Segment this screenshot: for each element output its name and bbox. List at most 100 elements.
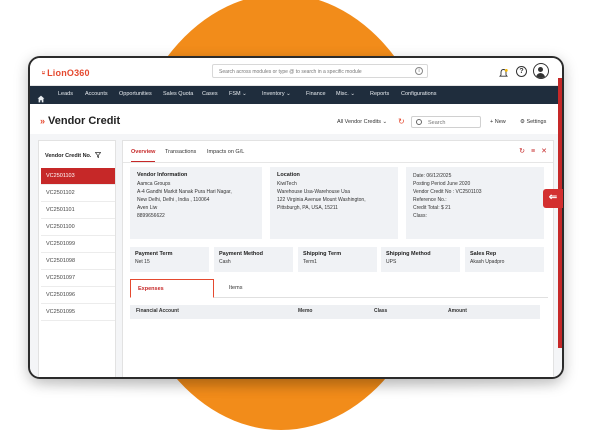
- content-area: Vendor Credit No. VC2501103 VC2501102 VC…: [30, 134, 562, 377]
- refresh-icon[interactable]: ↻: [519, 148, 525, 155]
- shipping-term-card: Shipping Term Term1: [298, 247, 377, 272]
- sales-rep-value: Akash Upadpro: [470, 259, 505, 265]
- vendor-info-header: Vendor Information: [137, 172, 188, 178]
- page-title-text: Vendor Credit: [48, 115, 121, 127]
- search-icon: [416, 119, 422, 125]
- tab-expenses[interactable]: Expenses: [130, 279, 214, 298]
- chevron-right-icon: »: [40, 116, 46, 126]
- nav-inventory[interactable]: Inventory ⌄: [262, 91, 291, 97]
- list-item[interactable]: VC2501103: [41, 168, 115, 185]
- close-icon[interactable]: ✕: [541, 148, 547, 155]
- nav-finance[interactable]: Finance: [306, 91, 326, 97]
- nav-fsm[interactable]: FSM ⌄: [229, 91, 247, 97]
- detail-reference: Reference No.:: [413, 197, 447, 203]
- detail-panel: Overview Transactions Impacts on G/L ↻ ≡ ✕…: [122, 140, 554, 377]
- sales-rep-card: Sales Rep Akash Upadpro: [465, 247, 544, 272]
- main-nav: Leads Accounts Opportunities Sales Quota…: [30, 86, 562, 104]
- nav-opportunities[interactable]: Opportunities: [119, 91, 152, 97]
- nav-cases[interactable]: Cases: [202, 91, 218, 97]
- settings-button[interactable]: ⚙ Settings: [520, 119, 546, 125]
- shipping-method-card: Shipping Method UPS: [381, 247, 460, 272]
- record-list-header: Vendor Credit No.: [45, 152, 102, 159]
- payment-method-card: Payment Method Cash: [214, 247, 293, 272]
- home-icon[interactable]: [37, 90, 45, 103]
- tab-overview[interactable]: Overview: [131, 149, 156, 162]
- column-amount[interactable]: Amount: [448, 308, 467, 314]
- shipping-term-value: Term1: [303, 259, 317, 265]
- column-memo[interactable]: Memo: [298, 308, 312, 314]
- tab-impacts-gl[interactable]: Impacts on G/L: [207, 149, 244, 155]
- help-icon[interactable]: ?: [516, 66, 527, 77]
- tab-transactions[interactable]: Transactions: [165, 149, 196, 155]
- detail-credit-total: Credit Total: $ 21: [413, 205, 451, 211]
- right-accent-bar: [558, 78, 562, 348]
- detail-credit-no: Vendor Credit No : VC2501103: [413, 189, 482, 195]
- sales-rep-label: Sales Rep: [470, 251, 497, 257]
- list-search-placeholder: Search: [428, 120, 446, 126]
- view-filter-dropdown[interactable]: All Vendor Credits ⌄: [337, 119, 387, 125]
- list-item[interactable]: VC2501097: [41, 270, 115, 287]
- nav-reports[interactable]: Reports: [370, 91, 389, 97]
- detail-class: Class:: [413, 213, 427, 219]
- list-item[interactable]: VC2501102: [41, 185, 115, 202]
- vendor-contact: Aven Liw: [137, 205, 158, 211]
- brand-logo[interactable]: ⸚ LionO360: [42, 66, 90, 79]
- vendor-address-line: New Delhi, Delhi , India , 110064: [137, 197, 210, 203]
- payment-term-card: Payment Term Net 15: [130, 247, 209, 272]
- location-card: Location KiwiTech Warehouse Usa-Warehous…: [270, 167, 398, 239]
- collapse-panel-arrow-icon[interactable]: ⇐: [543, 189, 563, 208]
- page-header: » Vendor Credit All Vendor Credits ⌄ ↻ Se…: [30, 104, 562, 134]
- global-search-placeholder: Search across modules or type @ to searc…: [219, 69, 362, 75]
- list-item[interactable]: VC2501100: [41, 219, 115, 236]
- expenses-table-header: Financial Account Memo Class Amount: [130, 305, 540, 319]
- nav-leads[interactable]: Leads: [58, 91, 73, 97]
- payment-method-value: Cash: [219, 259, 231, 265]
- refresh-icon[interactable]: ↻: [398, 117, 405, 126]
- list-search-input[interactable]: Search: [411, 116, 481, 128]
- nav-accounts[interactable]: Accounts: [85, 91, 108, 97]
- menu-icon[interactable]: ≡: [531, 148, 535, 155]
- location-header: Location: [277, 172, 300, 178]
- list-item[interactable]: VC2501095: [41, 304, 115, 321]
- vendor-name: Aamca Groups: [137, 181, 171, 187]
- detail-posting-period: Posting Period June 2020: [413, 181, 471, 187]
- line-item-tabs: Expenses Items: [130, 279, 548, 298]
- column-financial-account[interactable]: Financial Account: [136, 308, 179, 314]
- record-list-items: VC2501103 VC2501102 VC2501101 VC2501100 …: [41, 168, 115, 321]
- list-item[interactable]: VC2501096: [41, 287, 115, 304]
- notification-bell-icon[interactable]: [498, 66, 509, 77]
- payment-term-label: Payment Term: [135, 251, 173, 257]
- shipping-method-label: Shipping Method: [386, 251, 431, 257]
- vendor-address-line: A-4 Gandhi Markit Nanak Pura Hari Nagar,: [137, 189, 232, 195]
- vendor-info-card: Vendor Information Aamca Groups A-4 Gand…: [130, 167, 262, 239]
- global-search-input[interactable]: Search across modules or type @ to searc…: [212, 64, 428, 78]
- location-address-line: 122 Virginia Avenue Mount Washington,: [277, 197, 366, 203]
- stage: ⸚ LionO360 Search across modules or type …: [0, 0, 592, 434]
- column-class[interactable]: Class: [374, 308, 387, 314]
- lion-logo-icon: ⸚: [42, 68, 46, 78]
- list-item[interactable]: VC2501099: [41, 236, 115, 253]
- new-button[interactable]: + New: [490, 119, 506, 125]
- list-item[interactable]: VC2501098: [41, 253, 115, 270]
- nav-sales-quota[interactable]: Sales Quota: [163, 91, 193, 97]
- credit-details-card: Date: 06/12/2025 Posting Period June 202…: [406, 167, 544, 239]
- tab-items[interactable]: Items: [222, 279, 249, 298]
- shipping-method-value: UPS: [386, 259, 397, 265]
- list-item[interactable]: VC2501101: [41, 202, 115, 219]
- detail-date: Date: 06/12/2025: [413, 173, 452, 179]
- location-name: KiwiTech: [277, 181, 297, 187]
- nav-misc[interactable]: Misc. ⌄: [336, 91, 355, 97]
- user-avatar[interactable]: [533, 63, 549, 79]
- shipping-term-label: Shipping Term: [303, 251, 342, 257]
- detail-actions: ↻ ≡ ✕: [513, 147, 547, 155]
- payment-term-value: Net 15: [135, 259, 150, 265]
- info-icon[interactable]: i: [415, 67, 423, 75]
- page-title: » Vendor Credit: [40, 115, 120, 127]
- brand-name: LionO360: [47, 68, 90, 78]
- record-list-header-label: Vendor Credit No.: [45, 153, 92, 159]
- nav-configurations[interactable]: Configurations: [401, 91, 436, 97]
- detail-tabs: Overview Transactions Impacts on G/L ↻ ≡ ✕: [123, 141, 553, 163]
- record-list: Vendor Credit No. VC2501103 VC2501102 VC…: [38, 140, 116, 377]
- filter-icon[interactable]: [94, 152, 102, 159]
- top-bar: ⸚ LionO360 Search across modules or type …: [30, 58, 562, 86]
